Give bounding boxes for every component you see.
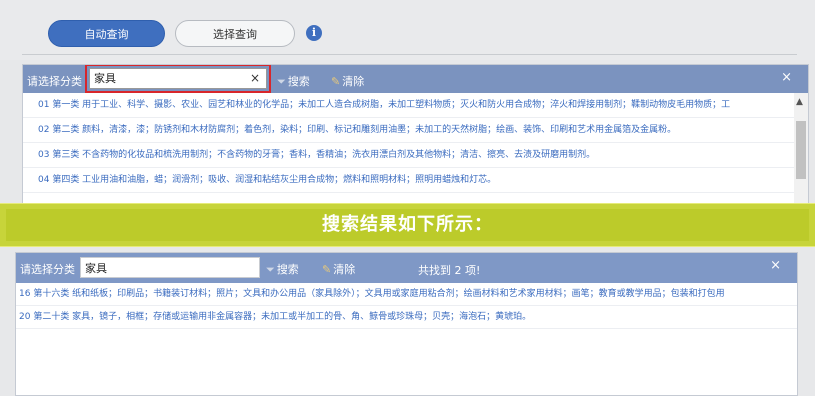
- search-result-panel: 请选择分类 家具 ⏷ 搜索 ✎ 清除 共找到 2 项! × 16 第十六类 纸和纸板…: [15, 252, 798, 396]
- panel-header: 请选择分类 家具 × ⏷ 搜索 ✎ 清除 ×: [23, 65, 808, 93]
- category-label: 请选择分类: [20, 263, 75, 276]
- divider: [22, 54, 797, 55]
- scroll-up-icon[interactable]: ▲: [796, 97, 803, 107]
- clear-button[interactable]: ✎ 清除: [322, 261, 355, 277]
- search-value: 家具: [94, 72, 116, 85]
- list-item[interactable]: 03 第三类 不含药物的化妆品和梳洗用制剂；不含药物的牙膏；香料，香精油；洗衣用…: [23, 143, 794, 168]
- eraser-icon: ✎: [331, 75, 341, 88]
- auto-query-tab[interactable]: 自动查询: [48, 20, 165, 47]
- list-item[interactable]: 20 第二十类 家具，镜子，相框；存储或运输用非金属容器；未加工或半加工的骨、角…: [16, 306, 797, 329]
- clear-button[interactable]: ✎ 清除: [331, 73, 364, 89]
- result-banner: 搜索结果如下所示：: [0, 203, 815, 247]
- scroll-thumb[interactable]: [796, 121, 806, 179]
- category-search-input[interactable]: 家具 ×: [89, 68, 267, 89]
- scrollbar[interactable]: ▲: [794, 93, 808, 213]
- list-item[interactable]: 01 第一类 用于工业、科学、摄影、农业、园艺和林业的化学品；未加工人造合成树脂…: [23, 93, 794, 118]
- clear-input-icon[interactable]: ×: [250, 69, 260, 88]
- list-item[interactable]: 02 第二类 颜料，清漆，漆；防锈剂和木材防腐剂；着色剂，染料；印刷、标记和雕刻…: [23, 118, 794, 143]
- result-count: 共找到 2 项!: [418, 264, 481, 277]
- close-icon[interactable]: ×: [781, 70, 792, 85]
- eraser-icon: ✎: [322, 263, 332, 276]
- search-button[interactable]: ⏷ 搜索: [266, 261, 299, 277]
- list-item[interactable]: 16 第十六类 纸和纸板；印刷品；书籍装订材料；照片；文具和办公用品（家具除外）…: [16, 283, 797, 306]
- result-list: 16 第十六类 纸和纸板；印刷品；书籍装订材料；照片；文具和办公用品（家具除外）…: [16, 283, 797, 329]
- filter-icon: ⏷: [277, 75, 286, 88]
- list-item[interactable]: 04 第四类 工业用油和油脂，蜡；润滑剂；吸收、润湿和粘结灰尘用合成物；燃料和照…: [23, 168, 794, 193]
- close-icon[interactable]: ×: [770, 258, 781, 273]
- category-label: 请选择分类: [27, 75, 82, 88]
- banner-inner: 搜索结果如下所示：: [6, 209, 809, 241]
- search-button[interactable]: ⏷ 搜索: [277, 73, 310, 89]
- panel-header: 请选择分类 家具 ⏷ 搜索 ✎ 清除 共找到 2 项! ×: [16, 253, 797, 283]
- search-button-label: 搜索: [287, 75, 310, 88]
- clear-button-label: 清除: [333, 263, 356, 276]
- search-button-label: 搜索: [276, 263, 299, 276]
- category-search-input[interactable]: 家具: [80, 257, 260, 278]
- category-panel: 请选择分类 家具 × ⏷ 搜索 ✎ 清除 × 01 第一类 用于工业、科学、摄影、农…: [22, 64, 809, 214]
- clear-button-label: 清除: [342, 75, 365, 88]
- select-query-tab[interactable]: 选择查询: [175, 20, 295, 47]
- category-list: 01 第一类 用于工业、科学、摄影、农业、园艺和林业的化学品；未加工人造合成树脂…: [23, 93, 794, 193]
- filter-icon: ⏷: [266, 263, 275, 276]
- search-value: 家具: [85, 262, 107, 275]
- banner-text: 搜索结果如下所示：: [322, 214, 493, 235]
- info-icon[interactable]: i: [306, 25, 322, 41]
